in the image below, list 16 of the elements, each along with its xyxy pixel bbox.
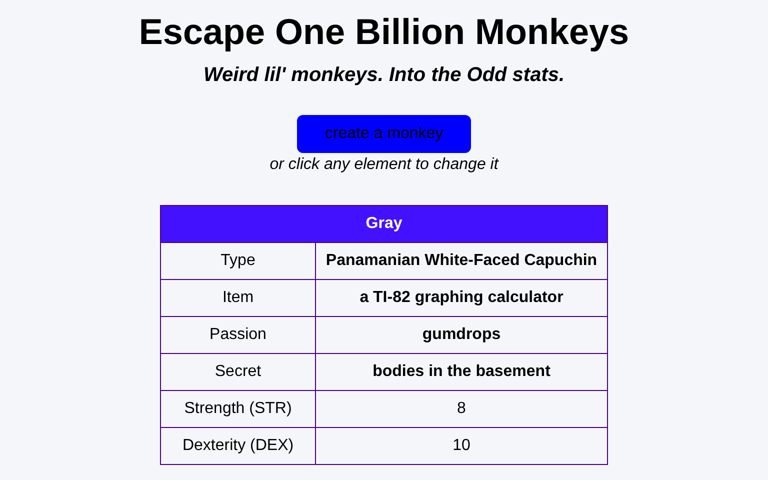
row-label: Item: [160, 280, 316, 317]
hint-text: or click any element to change it: [270, 156, 498, 174]
row-value[interactable]: Panamanian White-Faced Capuchin: [316, 242, 608, 280]
row-value[interactable]: 10: [316, 428, 608, 465]
row-label: Passion: [160, 316, 316, 354]
page-title: Escape One Billion Monkeys: [138, 10, 630, 54]
row-value[interactable]: bodies in the basement: [316, 354, 608, 391]
row-value[interactable]: 8: [316, 390, 608, 428]
table-header[interactable]: Gray: [160, 206, 608, 243]
row-value[interactable]: gumdrops: [316, 316, 608, 354]
row-value[interactable]: a TI-82 graphing calculator: [316, 280, 608, 317]
subtitle: Weird lil' monkeys. Into the Odd stats.: [202, 63, 566, 88]
row-label: Secret: [160, 354, 316, 391]
row-label: Dexterity (DEX): [160, 428, 316, 465]
row-label: Type: [160, 242, 316, 280]
row-label: Strength (STR): [160, 390, 316, 428]
